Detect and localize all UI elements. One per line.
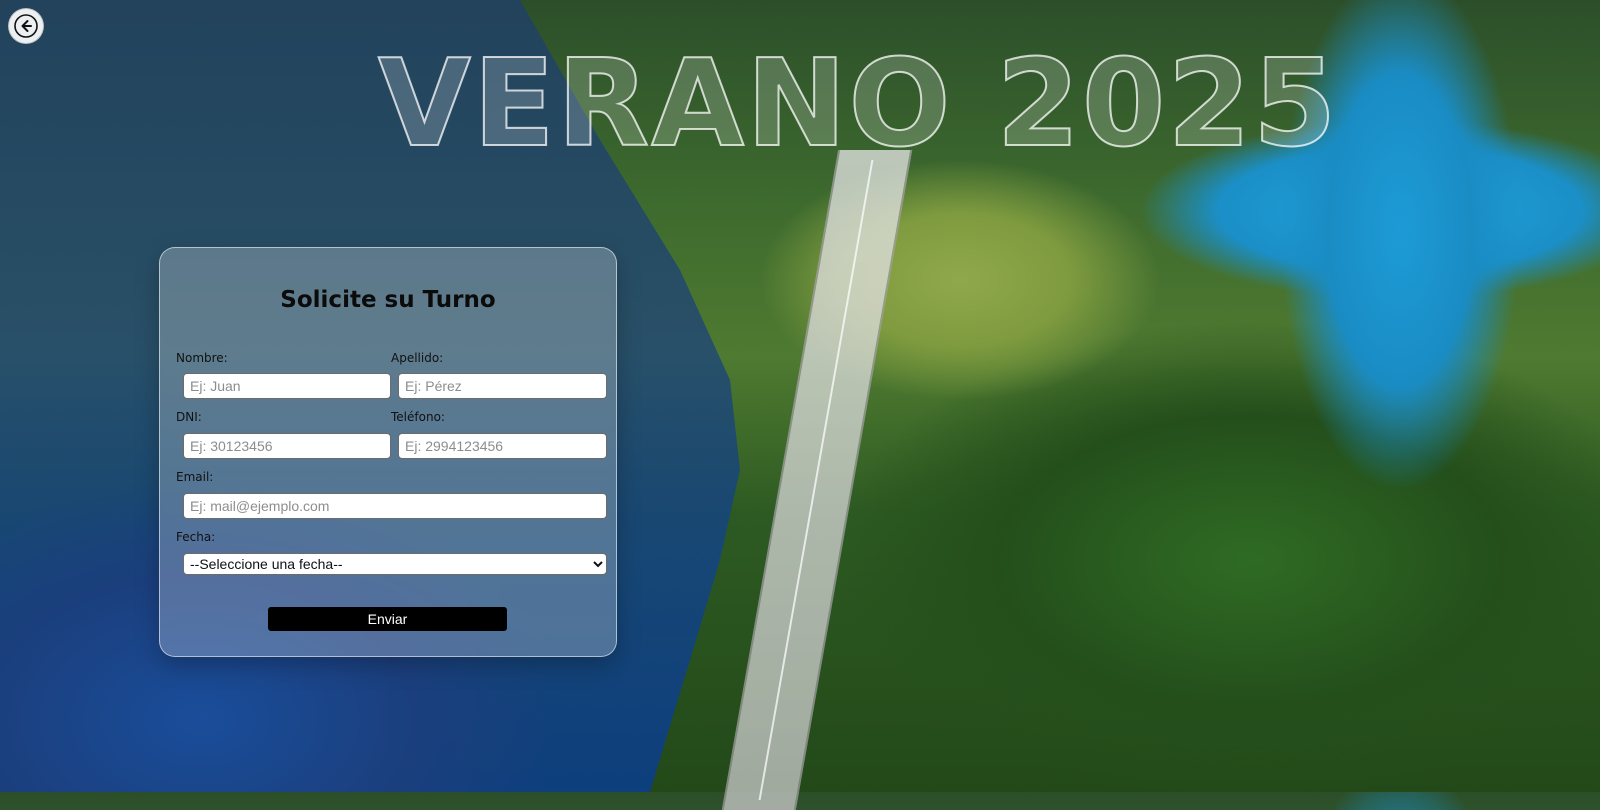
nombre-label: Nombre: [176, 351, 228, 365]
telefono-input[interactable] [398, 433, 607, 459]
email-label: Email: [176, 470, 214, 484]
apellido-input[interactable] [398, 373, 607, 399]
form-title: Solicite su Turno [280, 287, 496, 313]
apellido-label: Apellido: [391, 351, 444, 365]
arrow-left-icon [14, 14, 38, 38]
submit-button[interactable]: Enviar [268, 607, 507, 631]
telefono-label: Teléfono: [391, 410, 445, 424]
fecha-select[interactable]: --Seleccione una fecha-- [183, 553, 607, 575]
dni-label: DNI: [176, 410, 202, 424]
back-button[interactable] [8, 8, 44, 44]
hero-title: VERANO 2025 [377, 34, 1339, 175]
fecha-label: Fecha: [176, 530, 216, 544]
email-input[interactable] [183, 493, 607, 519]
dni-input[interactable] [183, 433, 391, 459]
nombre-input[interactable] [183, 373, 391, 399]
background-road-line [758, 160, 874, 800]
background-road [721, 150, 913, 810]
